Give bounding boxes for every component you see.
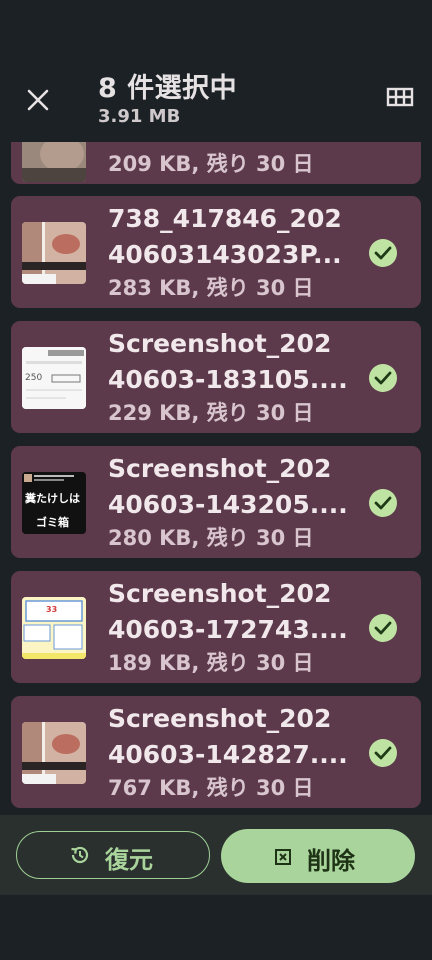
selected-check[interactable]	[369, 739, 397, 767]
file-thumbnail	[22, 722, 86, 784]
selection-count-title: 8 件選択中	[98, 73, 238, 104]
list-item[interactable]: 33 Screenshot_202 40603-172743.... 189 K…	[11, 571, 421, 683]
selected-check[interactable]	[369, 489, 397, 517]
history-icon	[71, 846, 89, 864]
top-app-bar: 8 件選択中 3.91 MB	[0, 0, 432, 142]
check-icon	[374, 746, 392, 760]
check-icon	[374, 621, 392, 635]
restore-label: 復元	[105, 846, 153, 874]
file-meta: 283 KB, 残り 30 日	[108, 276, 314, 300]
list-item[interactable]: 糞たけしは ゴミ箱 Screenshot_202 40603-143205...…	[11, 446, 421, 558]
selected-check[interactable]	[369, 614, 397, 642]
file-thumbnail: 糞たけしは ゴミ箱	[22, 472, 86, 534]
check-icon	[374, 496, 392, 510]
file-thumbnail: 250	[22, 347, 86, 409]
bottom-action-bar: 復元 削除	[0, 815, 432, 895]
list-item[interactable]: Screenshot_202 40603-142827.... 767 KB, …	[11, 696, 421, 808]
file-name: Screenshot_202 40603-183105....	[108, 329, 348, 394]
check-icon	[374, 371, 392, 385]
delete-button[interactable]: 削除	[221, 829, 415, 883]
thumbnail-text: 33	[46, 605, 58, 614]
thumbnail-text: 糞たけしは	[25, 492, 80, 505]
file-name: 738_417846_202 40603143023P...	[108, 204, 342, 269]
list-item[interactable]: 250 Screenshot_202 40603-183105.... 229 …	[11, 321, 421, 433]
grid-view-button[interactable]	[384, 84, 416, 112]
file-meta: 767 KB, 残り 30 日	[108, 776, 314, 800]
close-button[interactable]	[22, 84, 54, 116]
file-thumbnail	[22, 142, 86, 182]
file-thumbnail	[22, 222, 86, 284]
file-name: Screenshot_202 40603-172743....	[108, 579, 348, 644]
file-thumbnail: 33	[22, 597, 86, 659]
close-icon	[27, 89, 49, 111]
grid-view-icon	[386, 87, 414, 107]
selection-size: 3.91 MB	[98, 106, 181, 127]
thumbnail-text: 250	[25, 373, 43, 383]
check-icon	[374, 246, 392, 260]
file-name: Screenshot_202 40603-142827....	[108, 704, 348, 769]
system-navigation-bar	[0, 895, 432, 960]
delete-label: 削除	[307, 847, 355, 875]
trash-file-list[interactable]: 209 KB, 残り 30 日 738_417846_202 406031430…	[0, 142, 432, 815]
delete-box-icon	[275, 849, 291, 865]
file-meta: 189 KB, 残り 30 日	[108, 651, 314, 675]
selected-check[interactable]	[369, 239, 397, 267]
file-meta: 209 KB, 残り 30 日	[108, 152, 314, 176]
list-item[interactable]: 209 KB, 残り 30 日	[11, 142, 421, 184]
file-meta: 280 KB, 残り 30 日	[108, 526, 314, 550]
file-meta: 229 KB, 残り 30 日	[108, 401, 314, 425]
list-item[interactable]: 738_417846_202 40603143023P... 283 KB, 残…	[11, 196, 421, 308]
selected-check[interactable]	[369, 364, 397, 392]
thumbnail-text: ゴミ箱	[36, 516, 69, 529]
file-name: Screenshot_202 40603-143205....	[108, 454, 348, 519]
restore-button[interactable]: 復元	[16, 831, 210, 879]
